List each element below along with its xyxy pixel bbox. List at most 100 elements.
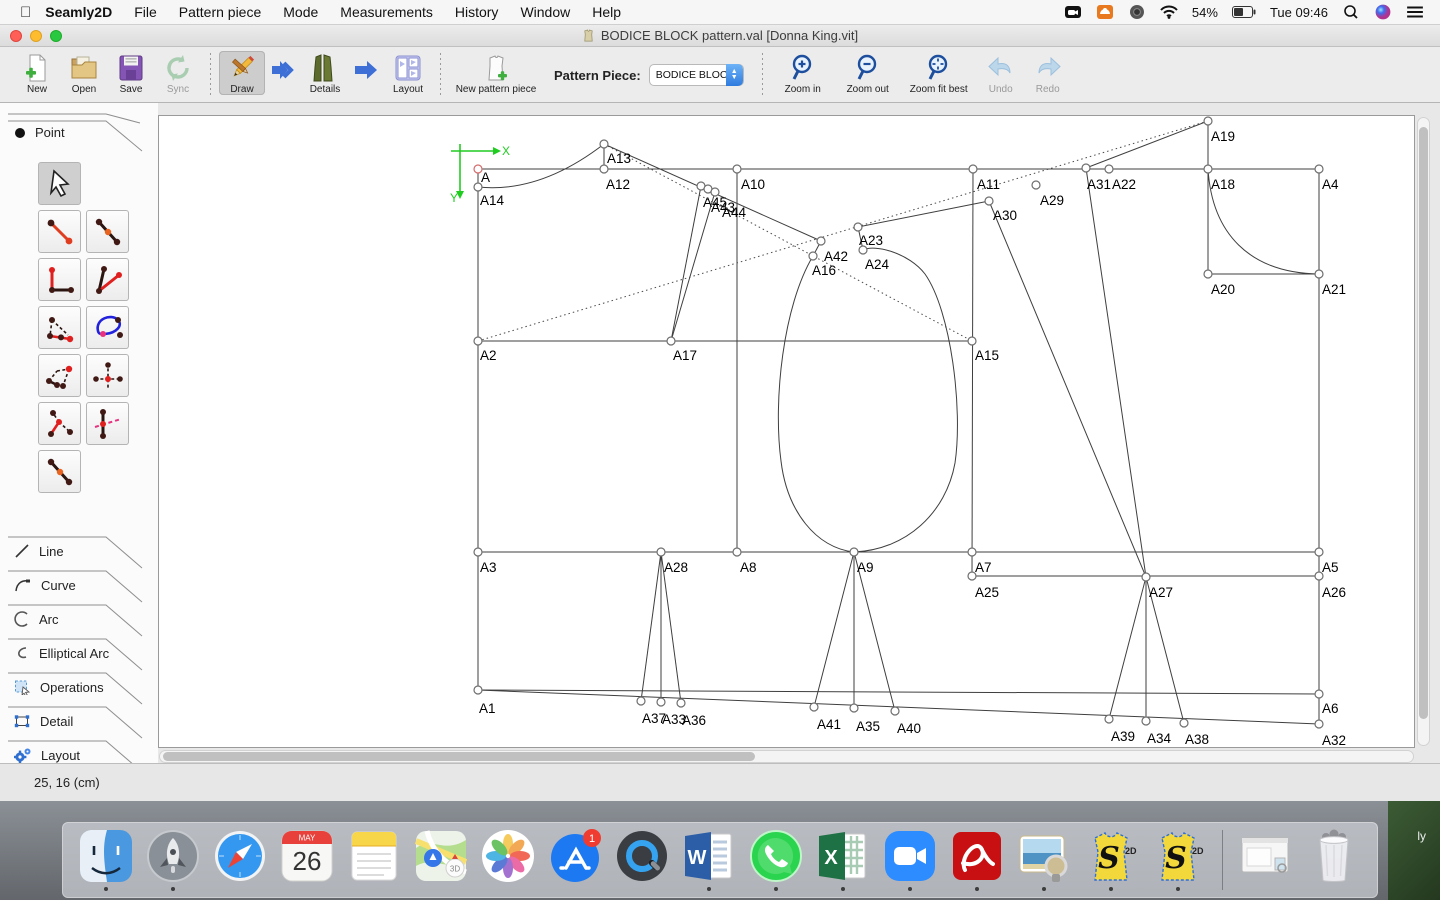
new-pattern-piece-button[interactable]: New pattern piece	[449, 51, 543, 95]
dock-trash-icon[interactable]	[1305, 828, 1363, 892]
point-label-A10[interactable]: A10	[741, 177, 765, 192]
minimize-button[interactable]	[30, 30, 42, 42]
point-A35[interactable]	[850, 704, 858, 712]
point-A21[interactable]	[1315, 270, 1323, 278]
point-label-A3[interactable]: A3	[480, 560, 497, 575]
point-of-intersection-tool-button[interactable]	[38, 354, 81, 397]
dock-acrobat-icon[interactable]	[948, 828, 1006, 892]
tab-operations[interactable]: Operations	[0, 672, 158, 706]
point-label-A19[interactable]: A19	[1211, 129, 1235, 144]
point-label-A35[interactable]: A35	[856, 719, 880, 734]
zoom-window-button[interactable]	[50, 30, 62, 42]
details-button[interactable]: Details	[302, 51, 348, 95]
dock-whatsapp-icon[interactable]	[747, 828, 805, 892]
horizontal-scrollbar[interactable]	[159, 750, 1414, 763]
dock-zoom-icon[interactable]	[881, 828, 939, 892]
dock-safari-icon[interactable]	[211, 828, 269, 892]
point-A39[interactable]	[1105, 715, 1113, 723]
menu-pattern-piece[interactable]: Pattern piece	[179, 4, 262, 20]
construction-line[interactable]	[478, 121, 1208, 341]
title-bar[interactable]: BODICE BLOCK pattern.val [Donna King.vit…	[0, 25, 1440, 47]
segment-intersect-tool-button[interactable]	[38, 402, 81, 445]
point-A24[interactable]	[859, 246, 867, 254]
axis-point-tool-button[interactable]	[86, 354, 129, 397]
draw-button[interactable]: Draw	[219, 51, 265, 95]
wifi-icon[interactable]	[1160, 4, 1178, 20]
point-label-A28[interactable]: A28	[664, 560, 688, 575]
point-A36[interactable]	[677, 699, 685, 707]
point-label-A6[interactable]: A6	[1322, 701, 1339, 716]
menu-clock[interactable]: Tue 09:46	[1270, 5, 1328, 20]
point-label-A27[interactable]: A27	[1149, 585, 1173, 600]
point-A15[interactable]	[968, 337, 976, 345]
pointer-tool-button[interactable]	[38, 162, 81, 205]
point-A26[interactable]	[1315, 572, 1323, 580]
pattern-curve[interactable]	[778, 248, 957, 552]
pattern-line[interactable]	[1109, 577, 1146, 719]
spotlight-icon[interactable]	[1342, 4, 1360, 20]
point-label-A21[interactable]: A21	[1322, 282, 1346, 297]
line-point-tool-button[interactable]	[38, 210, 81, 253]
point-A3[interactable]	[474, 548, 482, 556]
point-A40[interactable]	[891, 707, 899, 715]
point-A2[interactable]	[474, 337, 482, 345]
dock-quicktime-icon[interactable]	[613, 828, 671, 892]
lens-menu-icon[interactable]	[1128, 4, 1146, 20]
point-label-A29[interactable]: A29	[1040, 193, 1064, 208]
point-label-A4[interactable]: A4	[1322, 177, 1339, 192]
screen-mirror-icon[interactable]	[1064, 4, 1082, 20]
point-label-A41[interactable]: A41	[817, 717, 841, 732]
point-label-A9[interactable]: A9	[857, 560, 874, 575]
angle-tool-button[interactable]	[86, 258, 129, 301]
screen-record-icon[interactable]	[1096, 4, 1114, 20]
close-button[interactable]	[10, 30, 22, 42]
pattern-line[interactable]	[478, 690, 1319, 694]
point-label-A24[interactable]: A24	[865, 257, 890, 272]
dock-launchpad-icon[interactable]	[144, 828, 202, 892]
point-label-A14[interactable]: A14	[480, 193, 505, 208]
point-A34[interactable]	[1142, 717, 1150, 725]
notification-center-icon[interactable]	[1406, 4, 1424, 20]
point-label-A22[interactable]: A22	[1112, 177, 1136, 192]
pattern-line[interactable]	[972, 169, 973, 576]
curve-intersect-tool-button[interactable]	[86, 306, 129, 349]
pattern-line[interactable]	[989, 201, 1146, 577]
point-A4[interactable]	[1315, 165, 1323, 173]
new-button[interactable]: New	[14, 51, 60, 95]
point-A41[interactable]	[810, 703, 818, 711]
construction-line[interactable]	[604, 144, 972, 341]
point-label-A36[interactable]: A36	[682, 713, 706, 728]
dock-word-icon[interactable]: W	[680, 828, 738, 892]
menu-file[interactable]: File	[134, 4, 157, 20]
point-label-A13[interactable]: A13	[607, 151, 631, 166]
apple-menu-icon[interactable]: 	[20, 4, 31, 21]
menu-measurements[interactable]: Measurements	[340, 4, 433, 20]
point-A11[interactable]	[969, 165, 977, 173]
layout-button[interactable]: Layout	[385, 51, 431, 95]
point-A14[interactable]	[474, 183, 482, 191]
point-label-A30[interactable]: A30	[993, 208, 1017, 223]
pattern-line[interactable]	[671, 192, 715, 341]
point-A25[interactable]	[968, 572, 976, 580]
point-A44[interactable]	[711, 188, 719, 196]
shoulder-point-tool-button[interactable]	[38, 306, 81, 349]
point-A38[interactable]	[1180, 719, 1188, 727]
point-label-A31[interactable]: A31	[1087, 177, 1111, 192]
point-A19[interactable]	[1204, 117, 1212, 125]
point-label-A5[interactable]: A5	[1322, 560, 1339, 575]
point-A42[interactable]	[817, 237, 825, 245]
tab-line[interactable]: Line	[0, 536, 158, 570]
point-A6[interactable]	[1315, 690, 1323, 698]
point-A29[interactable]	[1032, 181, 1040, 189]
point-label-A38[interactable]: A38	[1185, 732, 1209, 747]
pattern-line[interactable]	[854, 552, 895, 711]
horizontal-scrollbar-thumb[interactable]	[163, 752, 755, 761]
point-label-A12[interactable]: A12	[606, 177, 630, 192]
point-A30[interactable]	[985, 197, 993, 205]
point-A20[interactable]	[1204, 270, 1212, 278]
menu-mode[interactable]: Mode	[283, 4, 318, 20]
point-label-A42[interactable]: A42	[824, 249, 848, 264]
zoom-out-button[interactable]: Zoom out	[836, 51, 900, 95]
point-label-A39[interactable]: A39	[1111, 729, 1135, 744]
point-label-A20[interactable]: A20	[1211, 282, 1235, 297]
